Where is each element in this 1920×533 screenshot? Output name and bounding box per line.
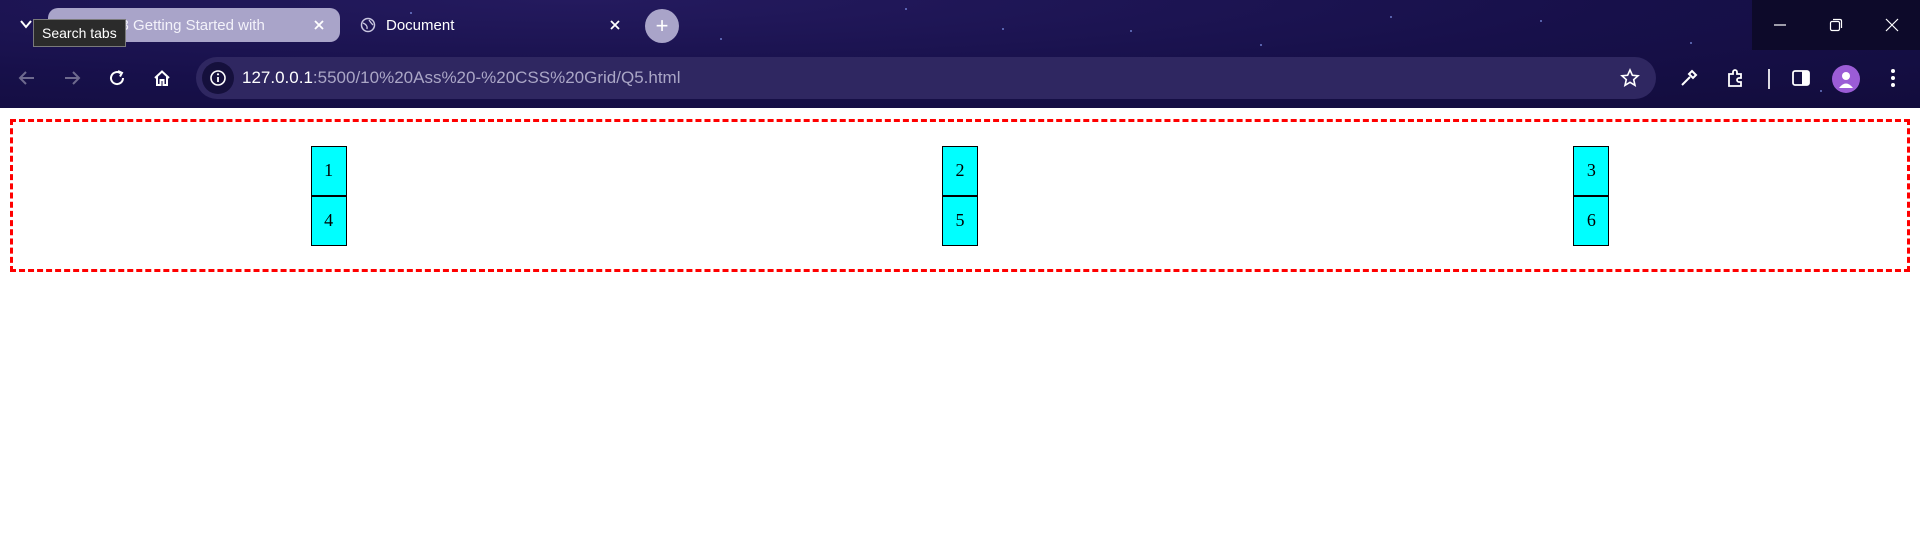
tab-strip: Git^23 Getting Started with Search tabs … <box>0 0 1920 50</box>
eyedropper-icon[interactable] <box>1672 61 1706 95</box>
close-tab-icon[interactable] <box>606 16 624 34</box>
toolbar-divider <box>1768 69 1770 89</box>
address-bar[interactable]: 127.0.0.1:5500/10%20Ass%20-%20CSS%20Grid… <box>196 57 1656 99</box>
restore-icon[interactable] <box>1808 0 1864 50</box>
search-tabs-tooltip: Search tabs <box>33 19 126 47</box>
chevron-down-icon <box>20 20 32 29</box>
home-icon[interactable] <box>145 61 179 95</box>
grid-item-2: 2 <box>941 145 978 196</box>
window-controls <box>1752 0 1920 50</box>
page-content: 1 2 3 4 5 6 <box>0 108 1920 533</box>
reload-icon[interactable] <box>100 61 134 95</box>
tab-title: Document <box>386 16 455 34</box>
browser-frame: Git^23 Getting Started with Search tabs … <box>0 0 1920 108</box>
grid-item-4: 4 <box>310 195 347 246</box>
profile-avatar[interactable] <box>1832 65 1860 93</box>
minimize-icon[interactable] <box>1752 0 1808 50</box>
url-text[interactable]: 127.0.0.1:5500/10%20Ass%20-%20CSS%20Grid… <box>242 57 681 99</box>
tab-document[interactable]: Document <box>348 8 636 42</box>
close-window-icon[interactable] <box>1864 0 1920 50</box>
grid-container: 1 2 3 4 5 6 <box>10 119 1910 272</box>
forward-icon[interactable] <box>55 61 89 95</box>
browser-toolbar: 127.0.0.1:5500/10%20Ass%20-%20CSS%20Grid… <box>0 55 1920 103</box>
url-path: :5500/10%20Ass%20-%20CSS%20Grid/Q5.html <box>312 68 681 87</box>
bookmark-star-icon[interactable] <box>1618 66 1642 90</box>
grid-item-3: 3 <box>1573 145 1610 196</box>
back-icon[interactable] <box>10 61 44 95</box>
grid-item-5: 5 <box>941 195 978 246</box>
close-tab-icon[interactable] <box>310 16 328 34</box>
globe-icon <box>360 17 376 33</box>
person-icon <box>1839 72 1853 88</box>
menu-kebab-icon[interactable] <box>1876 61 1910 95</box>
grid-item-6: 6 <box>1573 195 1610 246</box>
site-info-icon[interactable] <box>202 62 234 94</box>
new-tab-button[interactable]: + <box>645 9 679 43</box>
side-panel-icon[interactable] <box>1784 61 1818 95</box>
grid-item-1: 1 <box>310 145 347 196</box>
extensions-icon[interactable] <box>1718 61 1752 95</box>
url-host: 127.0.0.1 <box>242 68 313 87</box>
